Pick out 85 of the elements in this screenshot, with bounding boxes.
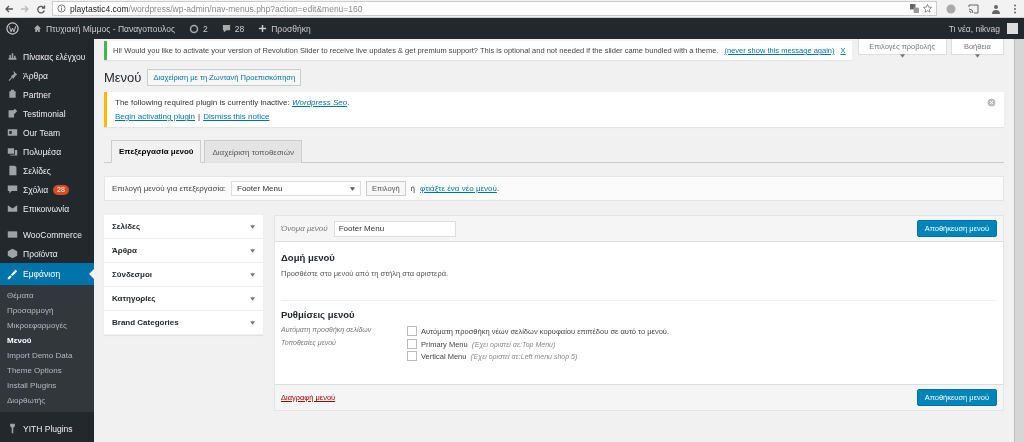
page-title: Μενού — [104, 70, 142, 85]
updates-link[interactable]: 2 — [189, 23, 208, 34]
section-heading: Δομή μενού — [281, 252, 336, 263]
menu-item-icon — [7, 165, 18, 176]
address-bar[interactable]: playtastic4.com/wordpress/wp-admin/nav-menus.php?action=edit&menu=160 — [52, 1, 937, 16]
sidebar-item[interactable]: Πολυμέσα — [0, 142, 94, 161]
menu-item-icon — [7, 51, 18, 62]
accordion-section[interactable]: Σύνδεσμοι — [104, 263, 263, 287]
menu-item-icon — [7, 89, 18, 100]
menu-item-icon — [7, 70, 18, 81]
back-icon[interactable] — [4, 3, 14, 14]
separator-text: | — [198, 112, 201, 121]
checkbox[interactable] — [407, 351, 417, 361]
sidebar-item[interactable]: Partner — [0, 85, 94, 104]
tab[interactable]: Διαχείριση τοποθεσιών — [204, 140, 302, 163]
plus-icon — [258, 24, 268, 33]
period-text: . — [496, 184, 500, 193]
home-icon — [33, 24, 42, 33]
sidebar-item[interactable]: Προϊόντα — [0, 244, 94, 263]
caret-icon — [250, 320, 255, 325]
checkbox[interactable] — [407, 339, 417, 349]
forward-icon[interactable] — [20, 3, 30, 14]
sidebar-item[interactable]: Our Team — [0, 123, 94, 142]
submenu-item[interactable]: Μικροεφαρμογές — [0, 318, 94, 333]
sidebar-item[interactable]: Testimonial — [0, 104, 94, 123]
sidebar-item[interactable]: Σελίδες — [0, 161, 94, 180]
comment-icon — [221, 24, 231, 33]
submenu-item[interactable]: Import Demo Data — [0, 348, 94, 363]
notice-link[interactable]: Begin activating plugin — [115, 112, 196, 121]
sidebar-item[interactable]: Άρθρα — [0, 66, 94, 85]
menu-name-field[interactable]: Footer Menu — [333, 220, 456, 237]
create-menu-link[interactable]: φτιάξτε ένα νέο μενού — [420, 184, 497, 193]
submenu-item[interactable]: Μενού — [0, 333, 94, 348]
menu-select[interactable]: Footer Menu — [231, 181, 362, 196]
section-heading: Ρυθμίσεις μενού — [281, 309, 356, 320]
cast-icon[interactable] — [968, 3, 979, 14]
submenu-item[interactable]: Theme Options — [0, 363, 94, 378]
reload-icon[interactable] — [36, 3, 46, 14]
checkbox[interactable] — [407, 326, 417, 336]
caret-icon — [250, 224, 255, 229]
accordion-section[interactable]: Κατηγορίες — [104, 287, 263, 311]
sidebar-item[interactable]: WooCommerce — [0, 225, 94, 244]
close-icon[interactable] — [987, 98, 996, 107]
menu-item-icon — [7, 108, 18, 119]
account-link[interactable]: Τι νέα, nikvag — [948, 23, 1018, 34]
menu-item-icon — [7, 203, 18, 214]
menu-icon[interactable] — [1013, 3, 1017, 14]
caret-icon — [350, 186, 356, 191]
sidebar-item[interactable]: Εμφάνιση — [0, 263, 94, 285]
menu-item-icon — [7, 229, 18, 240]
notice-link[interactable]: Dismiss this notice — [203, 112, 270, 121]
scrollbar[interactable] — [1014, 39, 1024, 442]
submenu-item[interactable]: Διορθωτής — [0, 393, 94, 408]
menu-item-icon — [7, 423, 18, 434]
submenu-item[interactable]: Install Plugins — [0, 378, 94, 393]
accordion-section[interactable]: Brand Categories — [104, 311, 263, 335]
info-icon — [57, 4, 66, 13]
site-link[interactable]: Πτυχιακή Μίμμος - Παναγοπουλος — [33, 23, 176, 34]
sidebar-item[interactable]: Επικοινωνία — [0, 199, 94, 218]
star-icon[interactable] — [923, 4, 932, 13]
menu-item-icon — [7, 146, 18, 157]
notice-text: The following required plugin is currently inactive: Wordpress Seo. — [115, 98, 351, 107]
wordpress-logo-icon[interactable] — [6, 22, 19, 35]
accordion-section[interactable]: Άρθρα — [104, 239, 263, 263]
or-text: ή — [410, 184, 416, 193]
comments-link[interactable]: 28 — [221, 23, 245, 34]
translate-icon[interactable] — [910, 4, 919, 13]
select-label: Επιλογή μενού για επεξεργασία: — [112, 184, 227, 193]
caret-icon — [250, 272, 255, 277]
sidebar-item[interactable]: YITH Plugins — [0, 419, 94, 438]
field-label: Όνομα μενού — [281, 224, 328, 233]
sidebar-item[interactable]: Πίνακας ελέγχου — [0, 47, 94, 66]
menu-item-icon — [7, 268, 18, 280]
avatar-icon — [1007, 23, 1018, 34]
menu-item-icon — [7, 127, 18, 138]
new-link[interactable]: Προσθήκη — [258, 23, 311, 34]
caret-icon — [250, 296, 255, 301]
accordion-section[interactable]: Σελίδες — [104, 215, 263, 239]
submenu-item[interactable]: Θέματα — [0, 288, 94, 303]
submenu-item[interactable]: Προσαρμογή — [0, 303, 94, 318]
tab[interactable]: Επεξεργασία μενού — [111, 140, 202, 163]
menu-item-icon — [7, 248, 18, 259]
caret-icon — [250, 248, 255, 253]
menu-item-icon — [7, 184, 18, 195]
person-icon[interactable] — [991, 3, 1001, 14]
